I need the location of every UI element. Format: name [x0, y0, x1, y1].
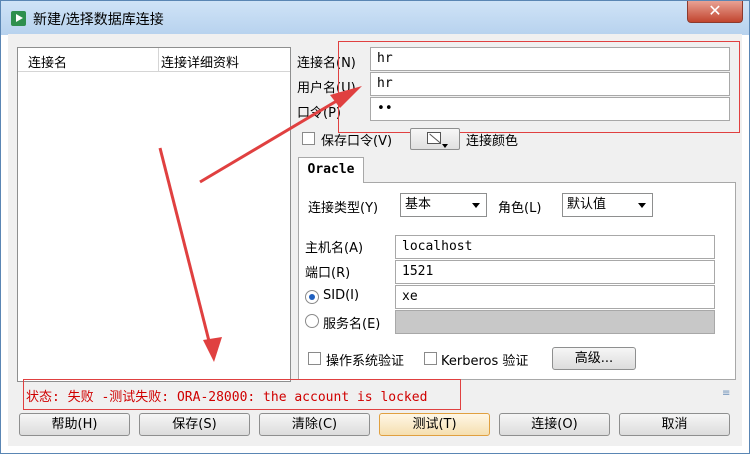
annotation-arrow-head-status — [203, 337, 222, 362]
annotation-arrows — [158, 86, 362, 362]
annotation-arrow-status — [158, 147, 212, 346]
annotation-arrow-credentials — [199, 94, 346, 184]
annotation-arrow-head-credentials — [330, 86, 362, 108]
